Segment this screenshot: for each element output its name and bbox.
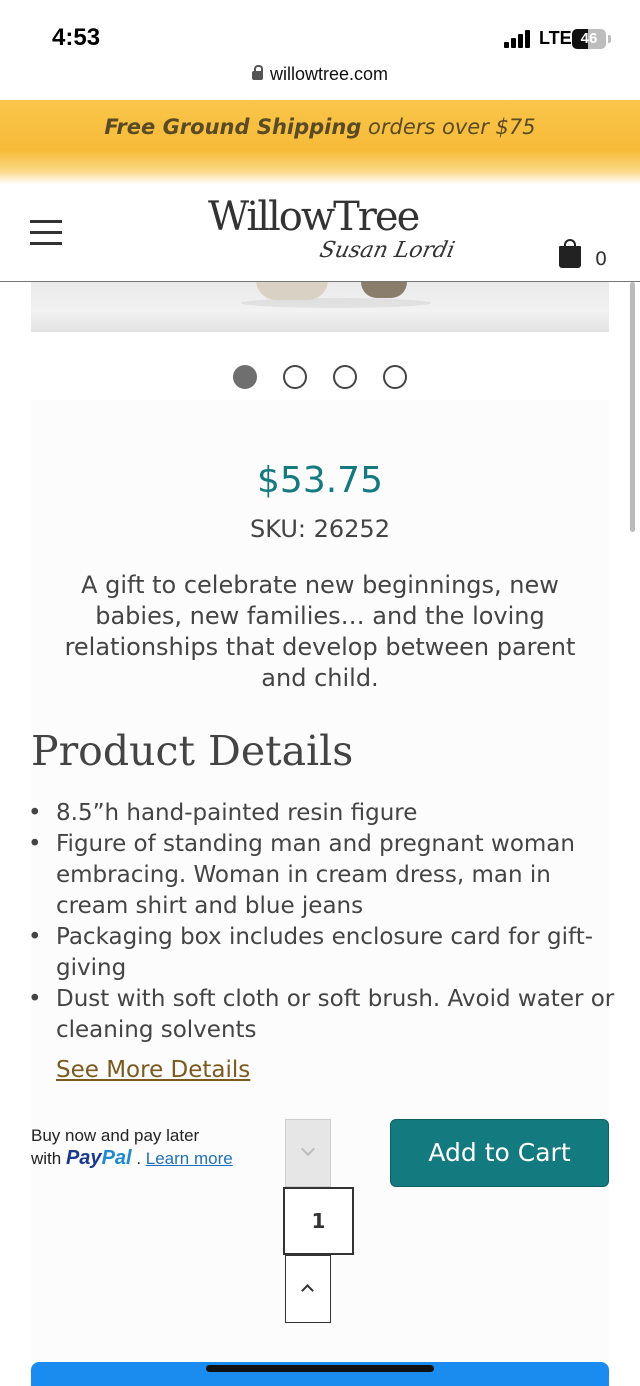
quantity-input[interactable]: 1 [283,1187,354,1255]
details-item: 8.5”h hand-painted resin figure [28,798,626,829]
paypal-separator: . [131,1149,146,1168]
quantity-decrease-button[interactable] [285,1119,331,1187]
see-more-details-link[interactable]: See More Details [56,1057,250,1083]
details-item: Packaging box includes enclosure card fo… [28,922,626,984]
carousel-dot[interactable] [233,365,257,389]
paypal-message: Buy now and pay later with PayPal . Lear… [31,1124,271,1170]
shipping-banner-text: Free Ground Shipping orders over $75 [0,115,640,139]
carousel-dot[interactable] [383,365,407,389]
shipping-banner: Free Ground Shipping orders over $75 [0,100,640,184]
address-bar[interactable]: willowtree.com [0,64,640,94]
chevron-up-icon [301,1284,314,1297]
paypal-learn-more-link[interactable]: Learn more [146,1149,233,1168]
product-details-heading: Product Details [31,727,354,775]
shipping-banner-rest: orders over $75 [361,115,536,139]
signal-icon [504,30,534,48]
paypal-with: with [31,1149,66,1168]
details-item: Dust with soft cloth or soft brush. Avoi… [28,984,626,1046]
product-image[interactable] [31,282,609,332]
url-text: willowtree.com [269,64,389,84]
paypal-logo-pay: Pay [65,1147,102,1169]
status-time: 4:53 [52,24,101,51]
home-indicator[interactable] [206,1365,434,1372]
add-to-cart-button[interactable]: Add to Cart [390,1119,609,1187]
network-label: LTE [539,28,572,48]
product-sku: SKU: 26252 [250,515,390,543]
figure-base-right [361,282,407,298]
carousel-dot[interactable] [283,365,307,389]
shopping-bag-icon[interactable] [559,239,581,268]
figure-shadow [241,298,431,308]
logo-wordmark[interactable]: WillowTree [208,194,420,240]
lock-icon [251,65,263,80]
site-header: WillowTree Susan Lordi 0 [0,184,640,282]
shipping-banner-bold: Free Ground Shipping [104,115,362,139]
product-price: $53.75 [257,460,383,501]
battery-nub [608,35,611,43]
paypal-line2: with PayPal . Learn more [31,1147,271,1170]
chevron-down-icon [300,1141,316,1157]
paypal-logo-pal: Pal [101,1147,132,1169]
paypal-line1: Buy now and pay later [31,1126,200,1145]
figure-base-left [256,282,328,300]
hamburger-menu-icon[interactable] [30,220,62,246]
cart-count[interactable]: 0 [595,248,607,270]
paypal-logo: PayPal [66,1147,132,1169]
quantity-increase-button[interactable] [285,1255,331,1323]
logo-signature: Susan Lordi [317,238,457,263]
battery-icon: 46 [572,29,606,49]
carousel-dot[interactable] [333,365,357,389]
product-description: A gift to celebrate new beginnings, new … [64,571,576,692]
carousel-dots [233,365,413,391]
product-details-list: 8.5”h hand-painted resin figure Figure o… [28,798,626,1046]
status-bar: 4:53 LTE 46 [0,0,640,66]
battery-percent: 46 [580,30,598,47]
details-item: Figure of standing man and pregnant woma… [28,829,626,922]
